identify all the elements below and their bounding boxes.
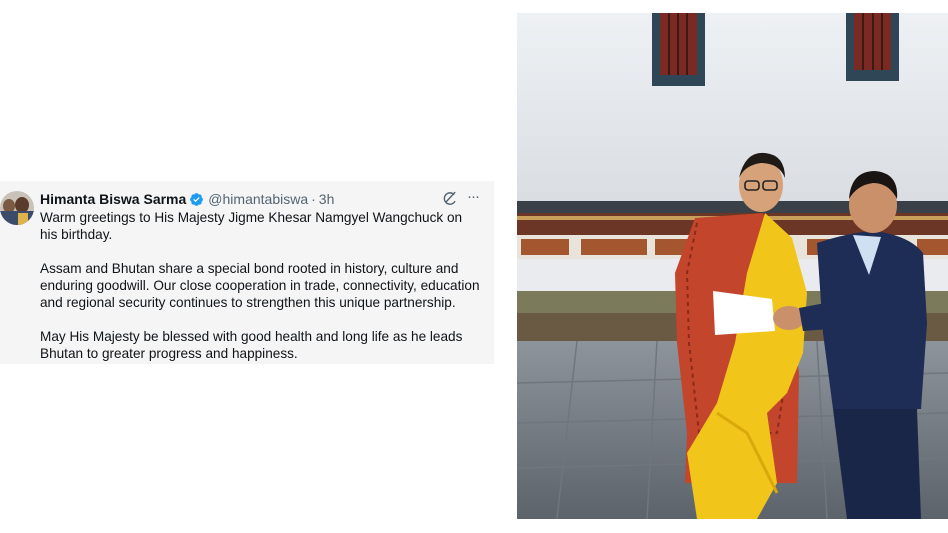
grok-icon[interactable] bbox=[441, 190, 458, 207]
header-separator: · bbox=[311, 191, 316, 207]
handshake-photo bbox=[517, 13, 948, 519]
tweet-paragraph-1: Warm greetings to His Majesty Jigme Khes… bbox=[40, 210, 463, 242]
tweet-header: Himanta Biswa Sarma @himantabiswa · 3h bbox=[40, 190, 334, 208]
author-name[interactable]: Himanta Biswa Sarma bbox=[40, 191, 186, 207]
tweet-card[interactable]: Himanta Biswa Sarma @himantabiswa · 3h ·… bbox=[0, 181, 494, 364]
tweet-paragraph-2: Assam and Bhutan share a special bond ro… bbox=[40, 261, 480, 310]
author-avatar[interactable] bbox=[0, 191, 34, 225]
tweet-text: Warm greetings to His Majesty Jigme Khes… bbox=[40, 209, 480, 362]
verified-badge-icon bbox=[190, 192, 204, 206]
photo-illustration bbox=[517, 13, 948, 519]
more-icon[interactable]: ··· bbox=[464, 189, 482, 207]
tweet-paragraph-3: May His Majesty be blessed with good hea… bbox=[40, 329, 463, 361]
author-handle[interactable]: @himantabiswa bbox=[208, 191, 308, 207]
tweet-timestamp[interactable]: 3h bbox=[319, 191, 335, 207]
